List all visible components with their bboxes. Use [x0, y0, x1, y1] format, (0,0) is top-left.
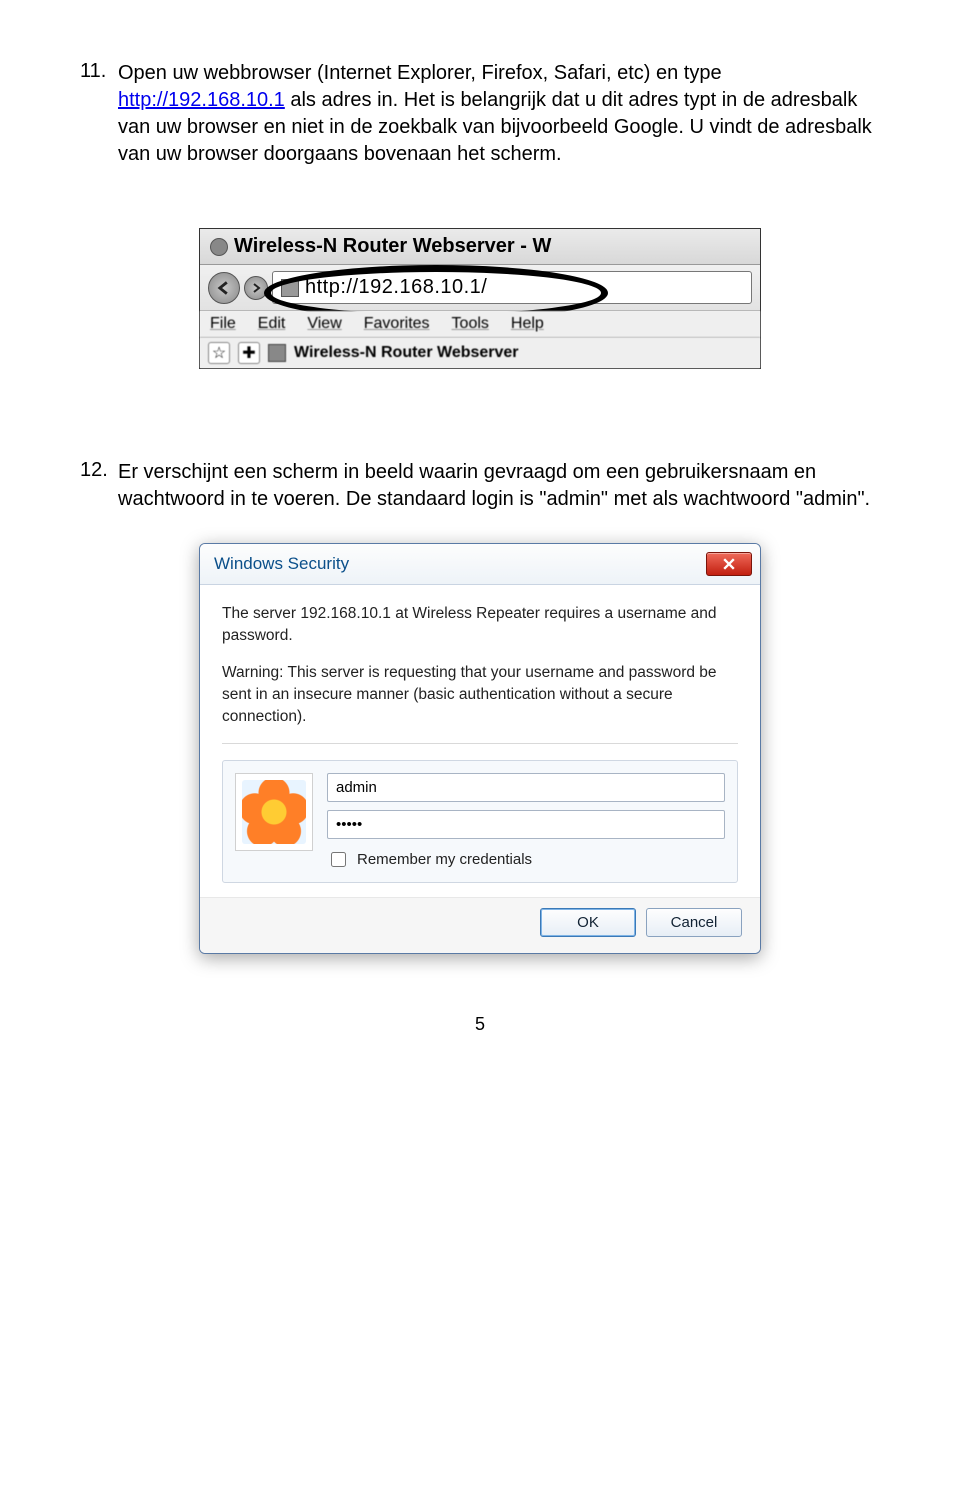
- step-text: Open uw webbrowser (Internet Explorer, F…: [118, 60, 880, 168]
- tab-icon: [268, 344, 286, 362]
- menu-help[interactable]: Help: [511, 315, 544, 333]
- favicon-icon: [210, 238, 228, 256]
- tab-title: Wireless-N Router Webserver: [294, 344, 519, 362]
- dialog-line2: Warning: This server is requesting that …: [222, 662, 738, 727]
- step-number: 12.: [80, 459, 118, 513]
- menu-favorites[interactable]: Favorites: [364, 315, 430, 333]
- back-button[interactable]: [208, 272, 240, 304]
- dialog-title: Windows Security: [214, 554, 349, 574]
- router-url-link[interactable]: http://192.168.10.1: [118, 89, 285, 111]
- cancel-button[interactable]: Cancel: [646, 908, 742, 937]
- address-url: http://192.168.10.1/: [305, 276, 487, 299]
- menu-edit[interactable]: Edit: [258, 315, 286, 333]
- remember-checkbox[interactable]: [331, 852, 346, 867]
- credentials-box: Remember my credentials: [222, 760, 738, 883]
- browser-screenshot: Wireless-N Router Webserver - W http://1…: [199, 228, 761, 369]
- browser-navbar: http://192.168.10.1/: [200, 265, 760, 311]
- browser-favorites-bar: ☆ ✚ Wireless-N Router Webserver: [200, 338, 760, 368]
- address-bar[interactable]: http://192.168.10.1/: [272, 271, 752, 304]
- browser-menu: File Edit View Favorites Tools Help: [200, 311, 760, 338]
- remember-text: Remember my credentials: [357, 851, 532, 868]
- username-field[interactable]: [327, 773, 725, 802]
- remember-label[interactable]: Remember my credentials: [327, 849, 725, 870]
- dialog-line1: The server 192.168.10.1 at Wireless Repe…: [222, 603, 738, 646]
- dialog-titlebar: Windows Security: [200, 544, 760, 585]
- menu-view[interactable]: View: [307, 315, 341, 333]
- step-12: 12. Er verschijnt een scherm in beeld wa…: [80, 459, 880, 513]
- credential-fields: Remember my credentials: [327, 773, 725, 870]
- step11-pre: Open uw webbrowser (Internet Explorer, F…: [118, 62, 722, 84]
- browser-title-text: Wireless-N Router Webserver - W: [234, 235, 551, 258]
- favorites-star-icon[interactable]: ☆: [208, 342, 230, 364]
- password-field[interactable]: [327, 810, 725, 839]
- page-number: 5: [80, 1014, 880, 1035]
- site-icon: [281, 279, 299, 297]
- divider: [222, 743, 738, 744]
- dialog-buttons: OK Cancel: [200, 897, 760, 953]
- windows-security-dialog: Windows Security The server 192.168.10.1…: [199, 543, 761, 954]
- step-number: 11.: [80, 60, 118, 168]
- address-bar-wrap: http://192.168.10.1/: [272, 271, 752, 304]
- avatar: [235, 773, 313, 851]
- menu-tools[interactable]: Tools: [452, 315, 489, 333]
- add-favorite-icon[interactable]: ✚: [238, 342, 260, 364]
- browser-titlebar: Wireless-N Router Webserver - W: [200, 229, 760, 265]
- close-button[interactable]: [706, 552, 752, 576]
- avatar-image: [242, 780, 306, 844]
- menu-file[interactable]: File: [210, 315, 236, 333]
- dialog-body: The server 192.168.10.1 at Wireless Repe…: [200, 585, 760, 897]
- step-11: 11. Open uw webbrowser (Internet Explore…: [80, 60, 880, 168]
- ok-button[interactable]: OK: [540, 908, 636, 937]
- step-text: Er verschijnt een scherm in beeld waarin…: [118, 459, 880, 513]
- forward-button[interactable]: [244, 276, 268, 300]
